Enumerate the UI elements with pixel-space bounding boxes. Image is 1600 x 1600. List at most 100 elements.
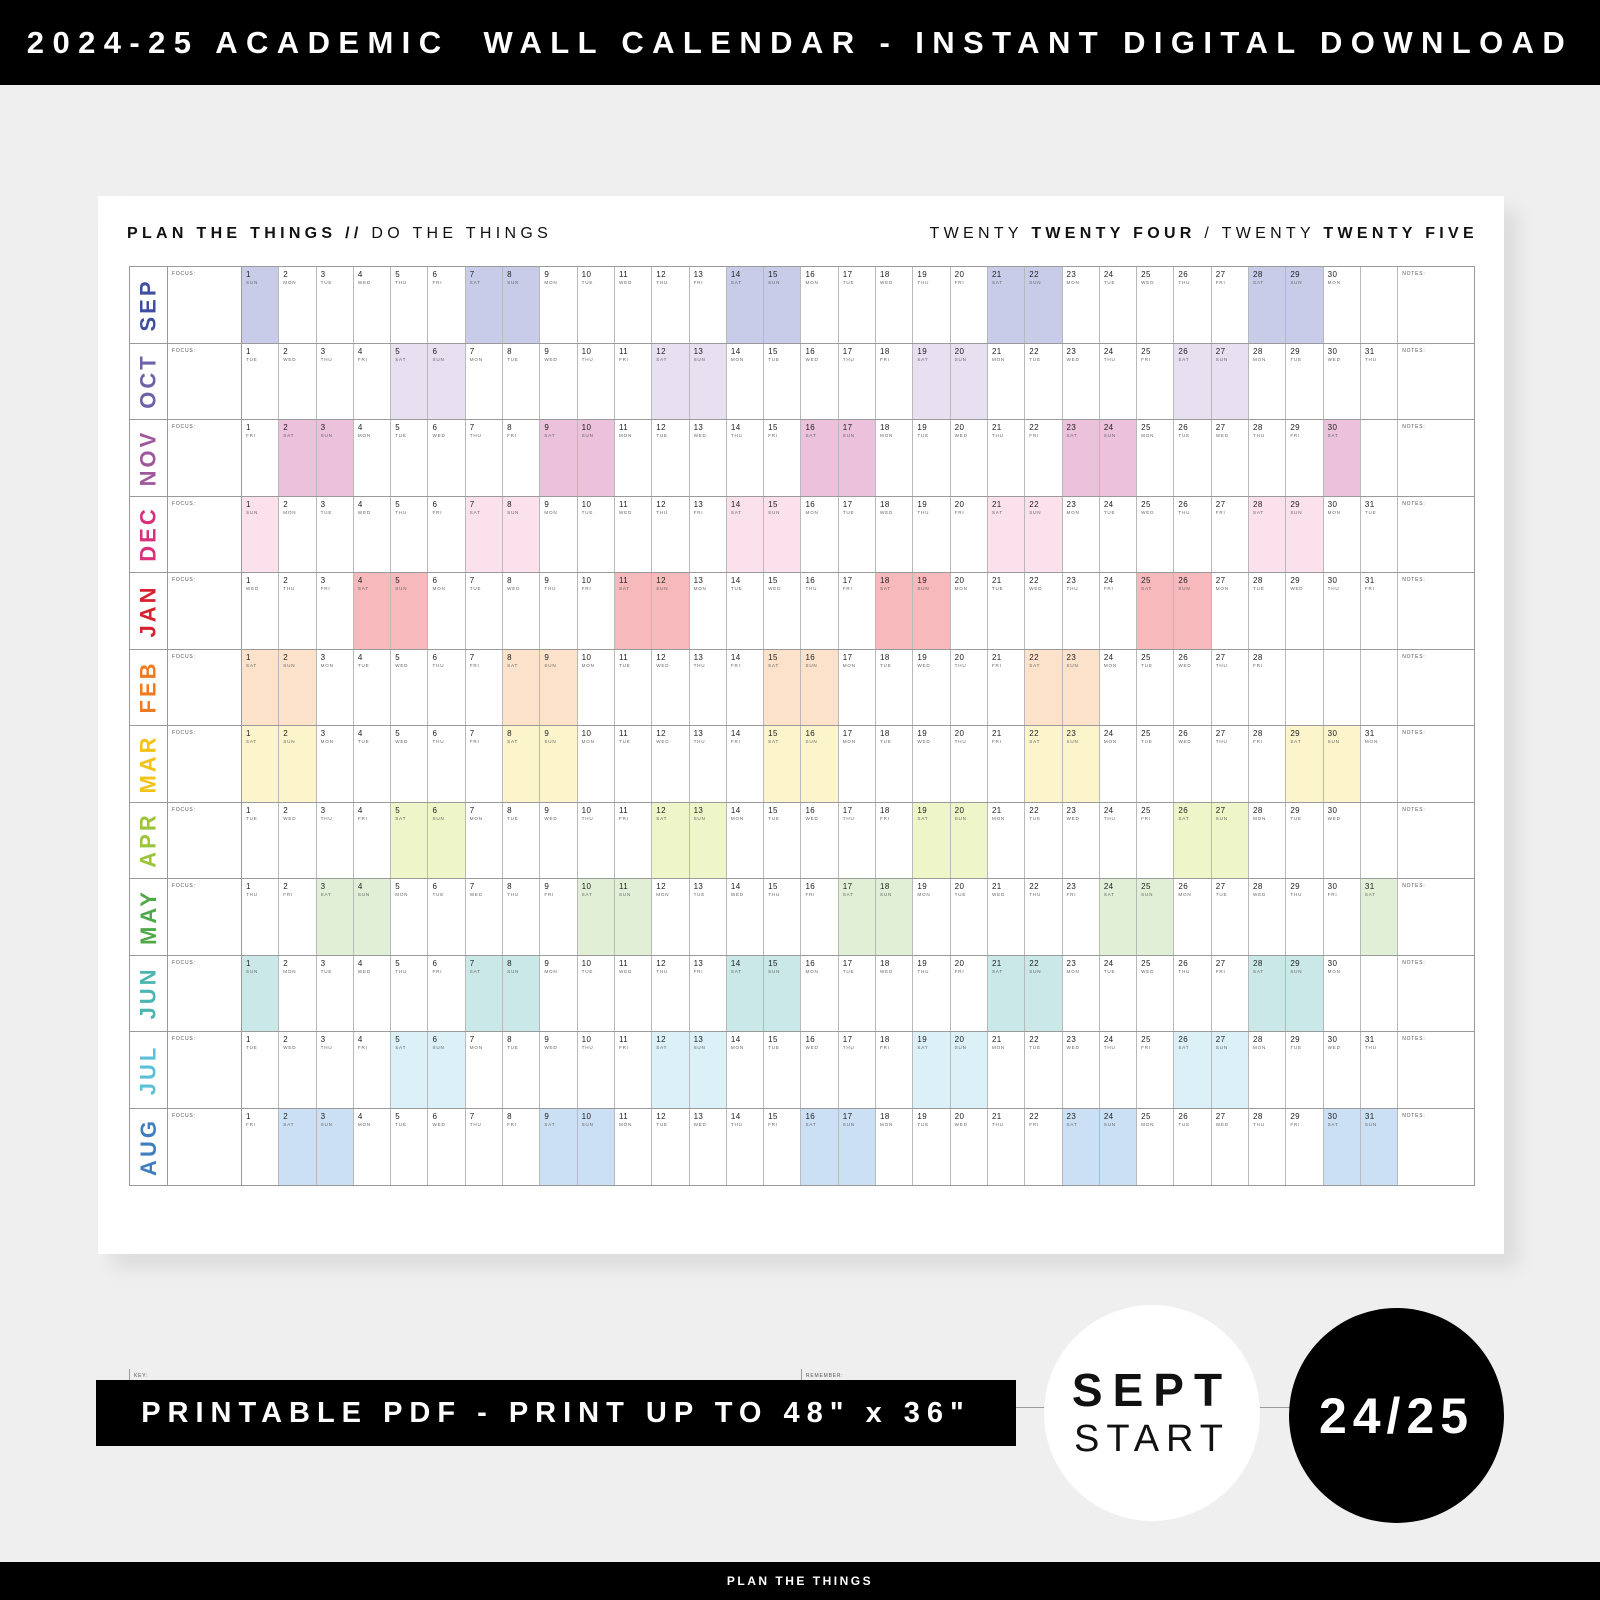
day-cell[interactable]: 16 SAT [801, 1108, 839, 1185]
day-cell[interactable]: 14 MON [727, 802, 765, 878]
day-cell[interactable]: 19 THU [913, 955, 951, 1031]
day-cell[interactable]: 24 TUE [1100, 955, 1138, 1031]
day-cell[interactable]: 20 WED [951, 1108, 988, 1185]
day-cell[interactable]: 24 THU [1100, 343, 1138, 419]
day-cell[interactable]: 23 WED [1063, 343, 1100, 419]
day-cell[interactable]: 18 WED [876, 955, 914, 1031]
notes-box[interactable]: NOTES: [1398, 879, 1474, 955]
day-cell[interactable]: 6 SUN [428, 802, 466, 878]
day-cell[interactable]: 16 WED [801, 343, 839, 419]
day-cell[interactable]: 21 WED [988, 879, 1026, 955]
day-cell[interactable]: 4 WED [354, 955, 392, 1031]
day-cell[interactable]: 24 THU [1100, 802, 1138, 878]
day-cell[interactable]: 15 FRI [764, 1108, 802, 1185]
day-cell[interactable]: 8 SAT [503, 726, 541, 802]
day-cell[interactable]: 16 WED [801, 1032, 839, 1108]
day-cell[interactable]: 18 SUN [876, 879, 914, 955]
day-cell[interactable]: 28 MON [1249, 343, 1287, 419]
day-cell[interactable]: 12 THU [652, 955, 690, 1031]
day-cell[interactable]: 14 MON [727, 1032, 765, 1108]
day-cell[interactable] [1324, 649, 1361, 725]
day-cell[interactable]: 13 MON [690, 573, 727, 649]
day-cell[interactable]: 20 THU [951, 726, 988, 802]
day-cell[interactable]: 29 SUN [1286, 496, 1324, 572]
day-cell[interactable]: 15 TUE [764, 1032, 802, 1108]
day-cell[interactable]: 3 MON [317, 726, 354, 802]
day-cell[interactable]: 21 MON [988, 802, 1026, 878]
day-cell[interactable]: 5 TUE [391, 420, 429, 496]
day-cell[interactable]: 2 WED [279, 343, 317, 419]
day-cell[interactable]: 21 FRI [988, 649, 1026, 725]
day-cell[interactable]: 26 SAT [1174, 343, 1212, 419]
day-cell[interactable]: 15 TUE [764, 802, 802, 878]
day-cell[interactable]: 1 SAT [242, 726, 280, 802]
day-cell[interactable]: 12 WED [652, 649, 690, 725]
day-cell[interactable]: 11 TUE [615, 726, 653, 802]
day-cell[interactable]: 12 WED [652, 726, 690, 802]
day-cell[interactable]: 16 SAT [801, 420, 839, 496]
day-cell[interactable]: 8 TUE [503, 802, 541, 878]
day-cell[interactable]: 8 TUE [503, 1032, 541, 1108]
day-cell[interactable]: 28 MON [1249, 802, 1287, 878]
day-cell[interactable]: 13 FRI [690, 955, 727, 1031]
day-cell[interactable]: 4 MON [354, 1108, 392, 1185]
day-cell[interactable]: 11 FRI [615, 1032, 653, 1108]
day-cell[interactable]: 21 FRI [988, 726, 1026, 802]
day-cell[interactable]: 29 TUE [1286, 802, 1324, 878]
day-cell[interactable]: 28 THU [1249, 420, 1287, 496]
day-cell[interactable]: 3 FRI [317, 573, 354, 649]
day-cell[interactable]: 7 WED [466, 879, 504, 955]
day-cell[interactable]: 27 FRI [1212, 955, 1250, 1031]
day-cell[interactable]: 26 WED [1174, 726, 1212, 802]
day-cell[interactable]: 3 TUE [317, 496, 354, 572]
day-cell[interactable]: 20 MON [951, 573, 988, 649]
notes-box[interactable]: NOTES: [1398, 267, 1474, 343]
day-cell[interactable]: 19 WED [913, 726, 951, 802]
day-cell[interactable]: 9 THU [540, 573, 578, 649]
day-cell[interactable]: 26 THU [1174, 955, 1212, 1031]
day-cell[interactable]: 15 TUE [764, 343, 802, 419]
day-cell[interactable]: 5 WED [391, 726, 429, 802]
day-cell[interactable]: 5 THU [391, 496, 429, 572]
day-cell[interactable]: 8 TUE [503, 343, 541, 419]
day-cell[interactable]: 11 MON [615, 1108, 653, 1185]
day-cell[interactable]: 18 FRI [876, 802, 914, 878]
day-cell[interactable]: 28 SAT [1249, 955, 1287, 1031]
day-cell[interactable]: 26 TUE [1174, 1108, 1212, 1185]
day-cell[interactable]: 12 MON [652, 879, 690, 955]
day-cell[interactable]: 14 SAT [726, 267, 765, 343]
day-cell[interactable]: 28 MON [1249, 1032, 1287, 1108]
day-cell[interactable]: 12 SAT [652, 343, 690, 419]
day-cell[interactable]: 5 SAT [391, 1032, 429, 1108]
day-cell[interactable]: 3 TUE [317, 955, 354, 1031]
day-cell[interactable]: 27 SUN [1211, 343, 1250, 419]
day-cell[interactable]: 1 FRI [242, 1108, 280, 1185]
day-cell[interactable]: 11 WED [615, 267, 653, 343]
day-cell[interactable]: 14 MON [727, 343, 765, 419]
day-cell[interactable]: 9 SAT [540, 1108, 578, 1185]
day-cell[interactable]: 18 WED [876, 267, 914, 343]
day-cell[interactable]: 1 TUE [242, 343, 280, 419]
day-cell[interactable]: 31 SUN [1360, 1108, 1399, 1185]
day-cell[interactable]: 25 FRI [1137, 802, 1175, 878]
day-cell[interactable]: 24 FRI [1100, 573, 1138, 649]
day-cell[interactable]: 1 TUE [242, 802, 280, 878]
day-cell[interactable]: 4 FRI [354, 343, 392, 419]
day-cell[interactable]: 6 MON [428, 573, 466, 649]
day-cell[interactable]: 2 MON [279, 267, 317, 343]
notes-box[interactable]: NOTES: [1398, 573, 1474, 649]
day-cell[interactable]: 14 SAT [726, 496, 765, 572]
day-cell[interactable]: 26 SAT [1174, 802, 1212, 878]
day-cell[interactable]: 29 SUN [1286, 955, 1324, 1031]
day-cell[interactable]: 23 SAT [1062, 420, 1100, 496]
day-cell[interactable]: 4 SAT [353, 573, 392, 649]
day-cell[interactable]: 21 THU [988, 420, 1026, 496]
day-cell[interactable]: 8 THU [503, 879, 541, 955]
day-cell[interactable]: 1 SUN [242, 955, 280, 1031]
day-cell[interactable]: 30 FRI [1324, 879, 1361, 955]
day-cell[interactable]: 13 SUN [689, 802, 727, 878]
day-cell[interactable] [1361, 267, 1399, 343]
day-cell[interactable]: 5 MON [391, 879, 429, 955]
day-cell[interactable]: 8 FRI [503, 1108, 541, 1185]
day-cell[interactable]: 24 TUE [1100, 267, 1138, 343]
